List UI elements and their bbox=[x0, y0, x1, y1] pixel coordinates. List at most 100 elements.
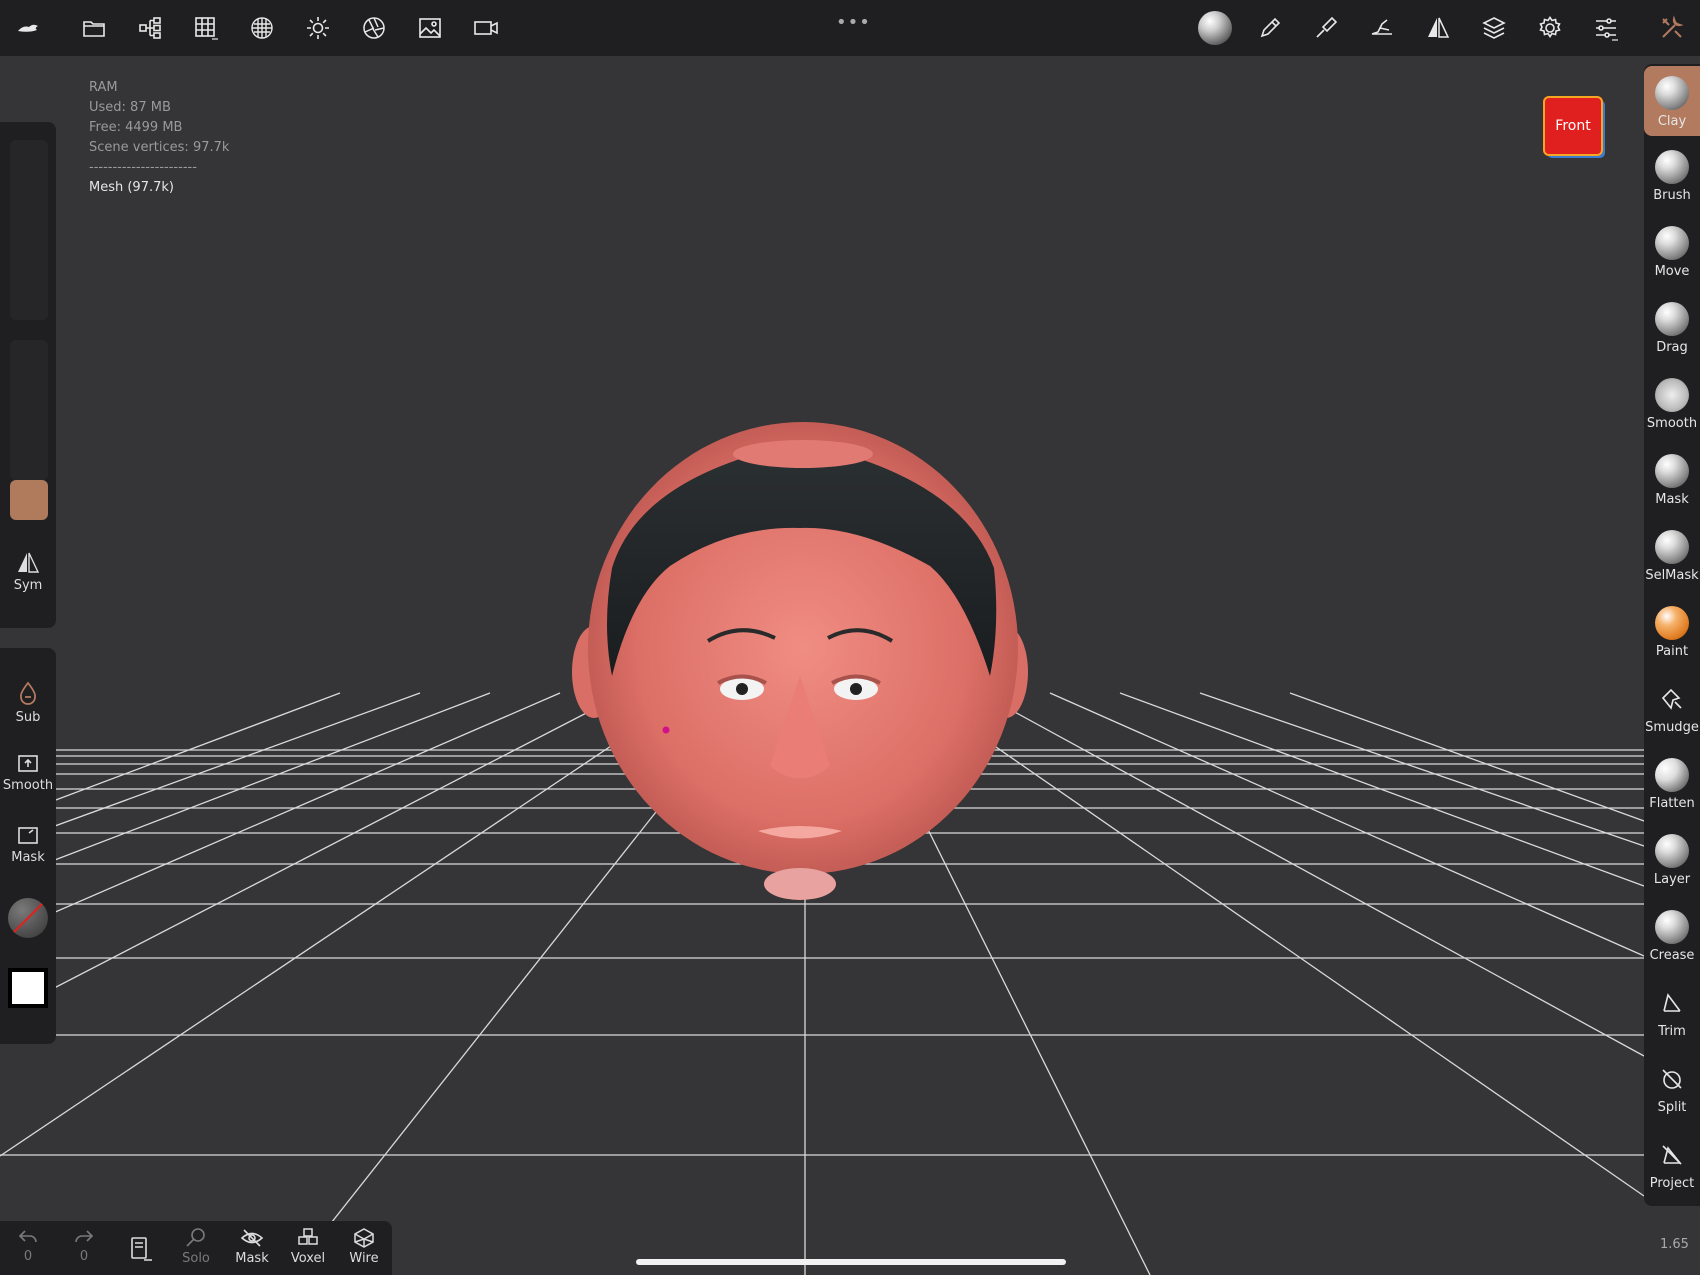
sub-label: Sub bbox=[15, 710, 41, 725]
tool-mask-label: Mask bbox=[1655, 492, 1689, 507]
wireframe-icon bbox=[354, 1228, 374, 1248]
drag-ball-icon bbox=[1655, 302, 1689, 336]
color-picker-button[interactable] bbox=[8, 968, 48, 1008]
tools-icon[interactable] bbox=[1652, 8, 1692, 48]
tool-split-label: Split bbox=[1657, 1100, 1687, 1115]
tool-drag[interactable]: Drag bbox=[1644, 292, 1700, 362]
tool-trim[interactable]: Trim bbox=[1644, 976, 1700, 1046]
tool-smudge-label: Smudge bbox=[1645, 720, 1699, 735]
smudge-finger-icon bbox=[1655, 682, 1689, 716]
sun-icon[interactable] bbox=[298, 8, 338, 48]
bottom-toolbar: 0 0 Solo Mask Voxel Wire bbox=[0, 1221, 392, 1275]
layer-ball-icon bbox=[1655, 834, 1689, 868]
undo-button[interactable]: 0 bbox=[2, 1227, 54, 1264]
eye-off-icon bbox=[240, 1229, 264, 1247]
gear-icon[interactable] bbox=[1530, 8, 1570, 48]
undo-arrow-icon bbox=[18, 1230, 37, 1243]
cubes-icon bbox=[298, 1228, 318, 1245]
sliders-icon[interactable] bbox=[1586, 8, 1626, 48]
home-indicator[interactable] bbox=[636, 1259, 1066, 1265]
tool-layer-label: Layer bbox=[1653, 872, 1691, 887]
tool-clay[interactable]: Clay bbox=[1644, 66, 1700, 136]
mesh-entry[interactable]: Mesh (97.7k) bbox=[89, 178, 229, 198]
more-dots-icon[interactable]: ••• bbox=[836, 12, 871, 33]
brush-settings-icon[interactable] bbox=[1306, 8, 1346, 48]
selmask-ball-icon bbox=[1655, 530, 1689, 564]
sculpt-head-mesh bbox=[572, 422, 1028, 900]
paint-ball-icon bbox=[1655, 606, 1689, 640]
clay-ball-icon bbox=[1655, 76, 1689, 110]
tool-flatten-label: Flatten bbox=[1649, 796, 1695, 811]
tool-move-label: Move bbox=[1654, 264, 1690, 279]
tool-split[interactable]: Split bbox=[1644, 1052, 1700, 1122]
video-camera-icon[interactable] bbox=[466, 8, 506, 48]
left-panel-lower: Sub Smooth Mask bbox=[0, 648, 56, 1044]
tool-crease[interactable]: Crease bbox=[1644, 900, 1700, 970]
tool-project[interactable]: Project bbox=[1644, 1128, 1700, 1198]
tool-paint-label: Paint bbox=[1655, 644, 1689, 659]
mask-visibility-label: Mask bbox=[235, 1251, 269, 1266]
brush-ball-icon bbox=[1655, 150, 1689, 184]
solo-label: Solo bbox=[182, 1251, 210, 1266]
crease-ball-icon bbox=[1655, 910, 1689, 944]
tool-selmask-label: SelMask bbox=[1645, 568, 1699, 583]
hand-pose-icon[interactable] bbox=[1362, 8, 1402, 48]
flatten-ball-icon bbox=[1655, 758, 1689, 792]
redo-button[interactable]: 0 bbox=[58, 1227, 110, 1264]
grid-topology-icon[interactable] bbox=[186, 8, 226, 48]
ram-label: RAM bbox=[89, 80, 118, 95]
aperture-icon[interactable] bbox=[354, 8, 394, 48]
symmetry-icon bbox=[18, 552, 40, 573]
sphere-material-icon[interactable] bbox=[242, 8, 282, 48]
tool-brush-label: Brush bbox=[1653, 188, 1691, 203]
tool-selmask[interactable]: SelMask bbox=[1644, 520, 1700, 590]
image-icon[interactable] bbox=[410, 8, 450, 48]
view-cube-front[interactable]: Front bbox=[1543, 96, 1603, 156]
book-icon bbox=[131, 1237, 152, 1261]
radius-slider[interactable] bbox=[10, 140, 48, 320]
tool-drag-label: Drag bbox=[1656, 340, 1688, 355]
sub-button[interactable]: Sub bbox=[0, 680, 56, 725]
smooth-ball-icon bbox=[1655, 378, 1689, 412]
tool-paint[interactable]: Paint bbox=[1644, 596, 1700, 666]
smooth-box-icon bbox=[18, 755, 38, 772]
tool-move[interactable]: Move bbox=[1644, 216, 1700, 286]
voxel-button[interactable]: Voxel bbox=[282, 1227, 334, 1266]
no-material-slash-icon bbox=[9, 899, 47, 937]
tool-panel: Clay Brush Move Drag Smooth Mask SelMask… bbox=[1644, 64, 1700, 1206]
tool-brush[interactable]: Brush bbox=[1644, 140, 1700, 210]
stroke-pen-icon[interactable] bbox=[1250, 8, 1290, 48]
solo-button[interactable]: Solo bbox=[170, 1227, 222, 1266]
sym-label: Sym bbox=[13, 578, 43, 593]
top-toolbar: ••• bbox=[0, 0, 1700, 56]
voxel-label: Voxel bbox=[290, 1251, 326, 1266]
tool-layer[interactable]: Layer bbox=[1644, 824, 1700, 894]
wire-button[interactable]: Wire bbox=[338, 1227, 390, 1266]
drop-icon bbox=[19, 681, 37, 705]
layers-icon[interactable] bbox=[1474, 8, 1514, 48]
scene-vertices: Scene vertices: 97.7k bbox=[89, 140, 230, 155]
tool-smooth[interactable]: Smooth bbox=[1644, 368, 1700, 438]
3d-viewport[interactable] bbox=[0, 56, 1700, 1275]
symmetry-icon[interactable] bbox=[1418, 8, 1458, 48]
mask-button[interactable]: Mask bbox=[0, 824, 56, 865]
scene-tree-icon[interactable] bbox=[130, 8, 170, 48]
sym-button[interactable]: Sym bbox=[0, 552, 56, 593]
mask-visibility-button[interactable]: Mask bbox=[226, 1227, 278, 1266]
material-ball-button[interactable] bbox=[8, 898, 48, 938]
tool-flatten[interactable]: Flatten bbox=[1644, 748, 1700, 818]
smooth-button[interactable]: Smooth bbox=[0, 752, 56, 793]
left-panel-upper: Sym bbox=[0, 122, 56, 628]
folder-icon[interactable] bbox=[74, 8, 114, 48]
matcap-ball-icon[interactable] bbox=[1195, 8, 1235, 48]
app-logo-icon[interactable] bbox=[8, 8, 48, 48]
redo-arrow-icon bbox=[75, 1230, 94, 1243]
tool-mask[interactable]: Mask bbox=[1644, 444, 1700, 514]
split-icon bbox=[1655, 1062, 1689, 1096]
stats-separator: ----------------------- bbox=[89, 160, 197, 175]
color-swatch[interactable] bbox=[10, 480, 48, 520]
tool-project-label: Project bbox=[1649, 1176, 1695, 1191]
history-button[interactable] bbox=[114, 1235, 166, 1265]
intensity-slider[interactable] bbox=[10, 340, 48, 520]
tool-smudge[interactable]: Smudge bbox=[1644, 672, 1700, 742]
